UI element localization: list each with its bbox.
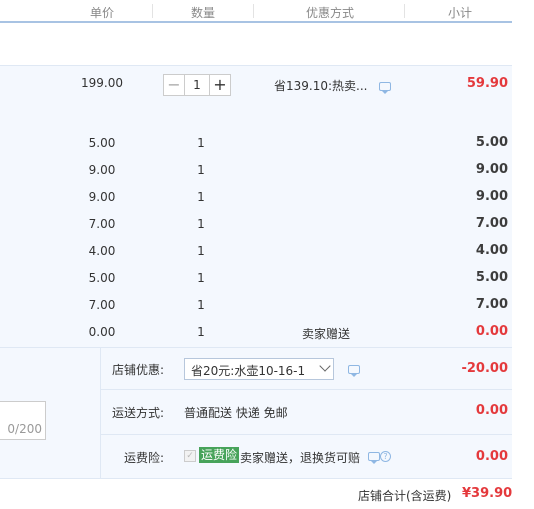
- main-item-price: 199.00: [81, 76, 123, 90]
- gift-row-qty: 1: [197, 325, 205, 339]
- header-underline: [0, 21, 512, 23]
- cart-table-header: 单价 数量 优惠方式 小计: [0, 0, 534, 23]
- chevron-down-icon: [319, 360, 331, 372]
- gift-row-price: 9.00: [88, 163, 116, 177]
- store-total-amount: ¥39.90: [462, 486, 513, 501]
- message-char-counter: 0/200: [7, 422, 42, 436]
- store-total-label: 店铺合计(含运费): [358, 489, 452, 503]
- main-item-subtotal: 59.90: [466, 76, 508, 91]
- increment-button[interactable]: +: [209, 74, 231, 96]
- shipping-method: 普通配送 快递 免邮: [184, 406, 288, 420]
- gift-row-price: 7.00: [88, 298, 116, 312]
- header-promo: 优惠方式: [305, 6, 354, 20]
- message-icon[interactable]: [379, 82, 391, 94]
- gift-row-price: 0.00: [88, 325, 116, 339]
- seller-message-textarea[interactable]: 0/200: [0, 401, 46, 440]
- gift-row-subtotal: 0.00: [475, 324, 508, 339]
- shipping-amount: 0.00: [475, 403, 508, 418]
- gift-row-qty: 1: [197, 244, 205, 258]
- shipping-label: 运送方式:: [112, 406, 165, 420]
- option-row-divider: [101, 389, 512, 390]
- gift-row-qty: 1: [197, 217, 205, 231]
- header-divider: [152, 4, 153, 18]
- message-icon[interactable]: [368, 452, 380, 464]
- header-subtotal: 小计: [447, 6, 472, 20]
- help-icon[interactable]: ?: [380, 451, 391, 462]
- section-divider: [0, 478, 512, 479]
- freight-insurance-badge: 运费险: [199, 447, 240, 463]
- gift-row-subtotal: 4.00: [475, 243, 508, 258]
- decrement-button[interactable]: −: [163, 74, 185, 96]
- header-quantity: 数量: [190, 6, 215, 20]
- store-discount-selected: 省20元:水壶10-16-1: [191, 364, 306, 378]
- gift-row-subtotal: 5.00: [475, 135, 508, 150]
- gift-row-subtotal: 9.00: [475, 162, 508, 177]
- header-divider: [404, 4, 405, 18]
- gift-row-price: 5.00: [88, 271, 116, 285]
- freight-insurance-label: 运费险:: [124, 451, 165, 465]
- gift-row-subtotal: 7.00: [475, 216, 508, 231]
- quantity-input[interactable]: 1: [185, 74, 209, 96]
- header-divider: [253, 4, 254, 18]
- store-discount-label: 店铺优惠:: [112, 363, 165, 377]
- gift-row-subtotal: 5.00: [475, 270, 508, 285]
- gift-row-qty: 1: [197, 190, 205, 204]
- gift-row-price: 5.00: [88, 136, 116, 150]
- gift-row-qty: 1: [197, 271, 205, 285]
- gift-row-promo: 卖家赠送: [302, 327, 351, 341]
- options-vertical-divider: [100, 348, 101, 478]
- gift-row-subtotal: 7.00: [475, 297, 508, 312]
- store-discount-select[interactable]: 省20元:水壶10-16-1: [184, 358, 334, 380]
- gift-row-price: 4.00: [88, 244, 116, 258]
- freight-insurance-checkbox[interactable]: ✓: [184, 450, 196, 462]
- gift-row-qty: 1: [197, 163, 205, 177]
- gift-row-qty: 1: [197, 136, 205, 150]
- gift-row-price: 7.00: [88, 217, 116, 231]
- gift-row-subtotal: 9.00: [475, 189, 508, 204]
- message-icon[interactable]: [348, 365, 360, 377]
- freight-insurance-amount: 0.00: [475, 449, 508, 464]
- freight-insurance-description: 卖家赠送，退换货可赔: [240, 451, 361, 465]
- main-item-promo[interactable]: 省139.10:热卖...: [274, 77, 367, 94]
- option-row-divider: [101, 434, 512, 435]
- gift-row-price: 9.00: [88, 190, 116, 204]
- store-discount-amount: -20.00: [461, 361, 508, 376]
- gift-row-qty: 1: [197, 298, 205, 312]
- header-price: 单价: [89, 6, 114, 20]
